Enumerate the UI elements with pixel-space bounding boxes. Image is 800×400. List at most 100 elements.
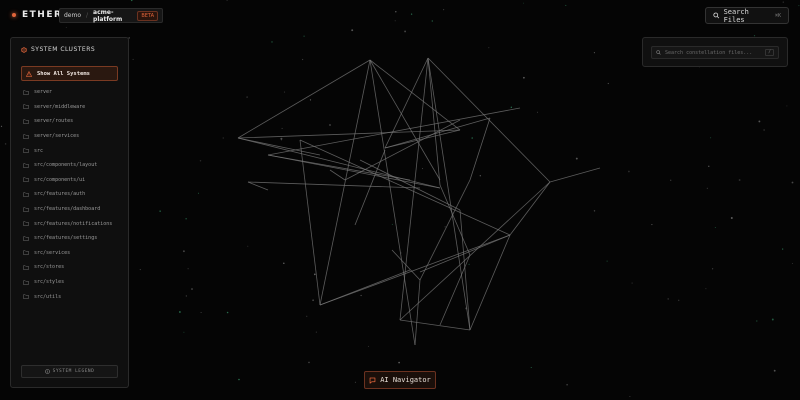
graph-edge [399,319,471,331]
search-icon [713,12,720,19]
sidebar-cluster-item[interactable]: src/features/auth [23,187,123,202]
legend-label: SYSTEM LEGEND [52,369,95,374]
brand-name: ETHER [22,10,63,20]
folder-icon [23,192,29,197]
hexagon-icon [21,46,27,53]
folder-icon [23,104,29,110]
graph-edge [549,167,601,183]
graph-edge [384,129,461,149]
search-files-label: Search Files [723,7,749,24]
cluster-label: src/features/notifications [34,220,113,227]
cluster-label: src/stores [34,264,65,271]
system-legend-button[interactable]: SYSTEM LEGEND [21,365,118,378]
folder-icon [23,134,29,139]
cluster-label: src/components/layout [34,162,98,169]
breadcrumb-project[interactable]: acme-platform [93,9,132,23]
folder-icon [23,250,29,256]
breadcrumb-separator: / [86,12,89,19]
graph-edge [369,59,416,346]
breadcrumb: demo / acme-platform BETA [59,8,163,23]
sidebar-cluster-item[interactable]: server/middleware [23,100,123,115]
sidebar-cluster-item[interactable]: server [23,85,123,100]
folder-icon [23,294,29,299]
show-all-systems-button[interactable]: Show All Systems [21,66,118,81]
folder-icon [23,207,29,212]
panel-header: SYSTEM CLUSTERS [21,46,95,53]
sidebar-cluster-item[interactable]: src/services [23,246,123,261]
cluster-label: src/components/ui [34,176,86,183]
graph-edge [237,129,461,139]
brand-logo[interactable]: ETHER [12,10,62,20]
dot-icon [12,13,16,17]
folder-icon [23,148,29,153]
graph-edge [384,117,491,149]
folder-icon [23,236,29,241]
graph-edge [419,179,471,281]
graph-edge [469,117,491,181]
cluster-label: src/services [34,249,71,256]
search-shortcut: ⌘K [774,12,781,19]
show-all-label: Show All Systems [37,70,90,77]
graph-edge [414,279,421,346]
graph-edge [369,59,461,131]
graph-edge [267,107,521,156]
constellation-search-input[interactable] [665,49,762,56]
cluster-label: src/styles [34,279,65,286]
graph-edge [439,184,471,256]
system-clusters-panel: SYSTEM CLUSTERS Show All Systems server s… [10,37,129,388]
sidebar-cluster-item[interactable]: src/features/settings [23,231,123,246]
graph-edge [319,234,511,306]
graph-edge [399,57,429,321]
panel-title: SYSTEM CLUSTERS [31,46,96,53]
breadcrumb-org[interactable]: demo [64,12,81,19]
sidebar-cluster-item[interactable]: src/features/notifications [23,216,123,231]
folder-icon [23,119,29,124]
graph-edge [237,137,321,156]
sidebar-cluster-item[interactable]: server/services [23,129,123,144]
sidebar-cluster-item[interactable]: src/components/ui [23,173,123,188]
cluster-label: server [34,89,53,96]
folder-icon [23,221,29,226]
graph-edge [427,57,471,331]
sidebar-cluster-item[interactable]: src/utils [23,289,123,304]
search-icon [656,50,661,55]
file-filter-panel: / [642,37,788,67]
graph-edge [384,57,429,149]
sidebar-cluster-item[interactable]: src/stores [23,260,123,275]
top-bar: ETHER demo / acme-platform BETA Search F… [0,0,800,32]
folder-icon [23,265,29,270]
graph-edge [247,181,269,191]
beta-badge: BETA [137,10,158,21]
warning-icon [26,70,32,77]
cluster-label: src/features/auth [34,191,86,198]
graph-edge [329,169,346,181]
ai-navigator-button[interactable]: AI Navigator [364,371,436,389]
graph-edge [354,149,386,226]
cluster-label: server/middleware [34,103,86,110]
sidebar-cluster-item[interactable]: src/styles [23,275,123,290]
ai-navigator-label: AI Navigator [380,376,431,384]
graph-edge [267,154,441,189]
folder-icon [23,90,29,95]
sidebar-cluster-item[interactable]: src/components/layout [23,158,123,173]
cluster-list: server server/middleware server/routes serv… [23,85,123,304]
filter-shortcut: / [765,49,774,56]
graph-edge [237,137,441,189]
chat-icon [369,377,376,384]
graph-edge [509,181,551,236]
folder-icon [23,280,29,285]
folder-icon [23,163,29,168]
graph-edge [439,254,471,326]
sidebar-cluster-item[interactable]: src/features/dashboard [23,202,123,217]
info-icon [44,369,50,374]
sidebar-cluster-item[interactable]: server/routes [23,114,123,129]
cluster-label: src/utils [34,293,62,300]
filter-field[interactable]: / [651,46,779,59]
folder-icon [23,177,29,183]
graph-edge [319,59,371,306]
graph-edge [319,269,411,306]
graph-edge [459,209,471,331]
search-files-button[interactable]: Search Files ⌘K [705,7,789,24]
sidebar-cluster-item[interactable]: src [23,143,123,158]
graph-edge [237,59,371,139]
